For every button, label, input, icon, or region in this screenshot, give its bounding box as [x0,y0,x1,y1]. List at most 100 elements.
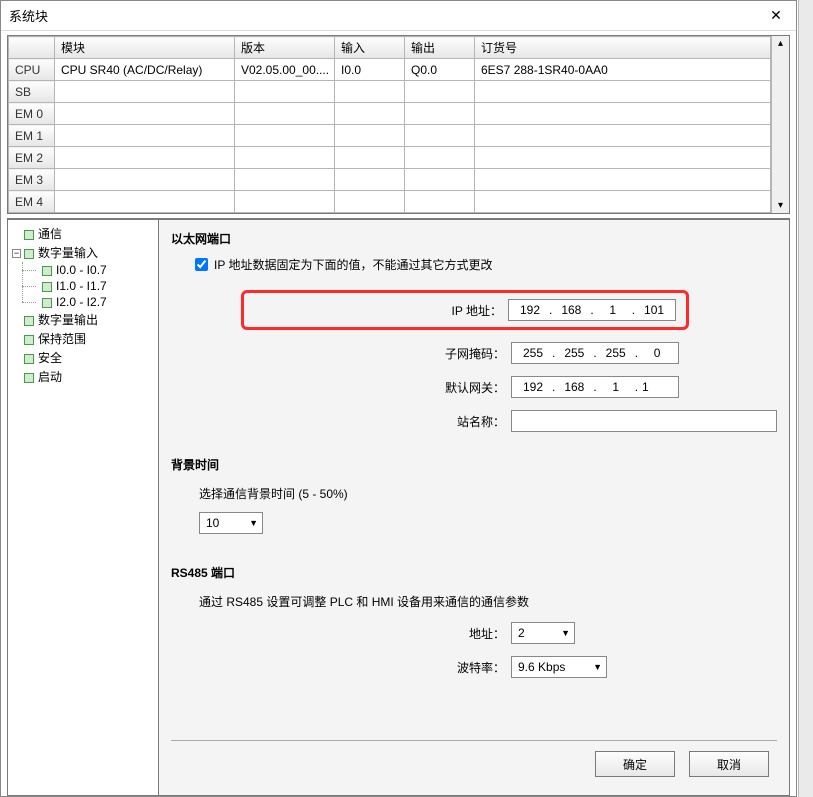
table-cell[interactable] [405,169,475,191]
table-cell[interactable] [405,81,475,103]
row-header[interactable]: CPU [9,59,55,81]
tree-item[interactable]: 启动 [10,367,156,386]
table-row[interactable]: EM 2 [9,147,789,169]
table-row[interactable]: EM 0 [9,103,789,125]
tree-item[interactable]: 数字量输出 [10,310,156,329]
scroll-down-icon[interactable]: ▾ [778,198,783,213]
gw-oct-2[interactable] [557,379,591,395]
table-cell[interactable]: V02.05.00_00.... [235,59,335,81]
table-cell[interactable] [335,191,405,213]
rs485-baud-select[interactable]: 9.6 Kbps ▼ [511,656,607,678]
mask-oct-1[interactable] [516,345,550,361]
table-row[interactable]: SB [9,81,789,103]
right-strip [798,0,813,797]
table-cell[interactable] [235,191,335,213]
table-cell[interactable] [55,191,235,213]
table-cell[interactable] [335,81,405,103]
table-cell[interactable] [475,81,771,103]
table-cell[interactable] [475,191,771,213]
close-icon[interactable]: ✕ [756,1,796,31]
mask-oct-4[interactable] [640,345,674,361]
chevron-down-icon: ▼ [249,518,258,528]
row-header[interactable]: EM 4 [9,191,55,213]
table-cell[interactable] [235,125,335,147]
table-cell[interactable] [335,125,405,147]
col-version[interactable]: 版本 [235,37,335,59]
table-cell[interactable] [335,147,405,169]
table-cell[interactable]: 6ES7 288-1SR40-0AA0 [475,59,771,81]
ip-oct-4[interactable] [637,302,671,318]
table-cell[interactable] [475,147,771,169]
table-cell[interactable] [335,169,405,191]
table-cell[interactable] [55,125,235,147]
ip-oct-3[interactable] [596,302,630,318]
scroll-up-icon[interactable]: ▴ [778,36,783,51]
gw-oct-4[interactable] [640,379,674,395]
table-row[interactable]: CPUCPU SR40 (AC/DC/Relay)V02.05.00_00...… [9,59,789,81]
gw-input[interactable]: . . . [511,376,679,398]
col-order[interactable]: 订货号 [475,37,771,59]
col-input[interactable]: 输入 [335,37,405,59]
nav-tree: 通信−数字量输入I0.0 - I0.7I1.0 - I1.7I2.0 - I2.… [7,219,159,796]
mask-input[interactable]: . . . [511,342,679,364]
row-header[interactable]: SB [9,81,55,103]
ip-input[interactable]: . . . [508,299,676,321]
table-cell[interactable] [55,147,235,169]
table-cell[interactable]: Q0.0 [405,59,475,81]
table-cell[interactable] [55,81,235,103]
table-cell[interactable] [235,103,335,125]
table-cell[interactable] [235,169,335,191]
row-header[interactable]: EM 2 [9,147,55,169]
tree-item[interactable]: 保持范围 [10,329,156,348]
table-cell[interactable] [475,103,771,125]
table-cell[interactable] [235,147,335,169]
module-grid: 模块 版本 输入 输出 订货号 CPUCPU SR40 (AC/DC/Relay… [7,35,790,214]
table-cell[interactable] [475,169,771,191]
row-header[interactable]: EM 0 [9,103,55,125]
rs485-addr-select[interactable]: 2 ▼ [511,622,575,644]
table-cell[interactable] [405,191,475,213]
col-output[interactable]: 输出 [405,37,475,59]
gw-oct-3[interactable] [599,379,633,395]
background-title: 背景时间 [171,456,777,473]
collapse-icon[interactable]: − [12,249,21,258]
station-input[interactable] [511,410,777,432]
tree-icon [42,282,52,292]
table-cell[interactable]: I0.0 [335,59,405,81]
table-cell[interactable] [475,125,771,147]
tree-item[interactable]: 通信 [10,224,156,243]
table-row[interactable]: EM 3 [9,169,789,191]
mask-oct-3[interactable] [599,345,633,361]
ok-button[interactable]: 确定 [595,751,675,777]
table-cell[interactable] [335,103,405,125]
tree-item[interactable]: I1.0 - I1.7 [36,278,156,294]
tree-item[interactable]: I0.0 - I0.7 [36,262,156,278]
mask-oct-2[interactable] [557,345,591,361]
tree-item[interactable]: 安全 [10,348,156,367]
table-cell[interactable] [405,125,475,147]
tree-item[interactable]: I2.0 - I2.7 [36,294,156,310]
table-cell[interactable] [55,169,235,191]
table-cell[interactable] [55,103,235,125]
ip-fixed-checkbox[interactable] [195,258,208,271]
grid-scrollbar[interactable]: ▴ ▾ [771,36,789,213]
col-module[interactable]: 模块 [55,37,235,59]
row-header[interactable]: EM 1 [9,125,55,147]
table-row[interactable]: EM 1 [9,125,789,147]
table-cell[interactable]: CPU SR40 (AC/DC/Relay) [55,59,235,81]
table-cell[interactable] [405,103,475,125]
tree-icon [24,354,34,364]
ip-oct-2[interactable] [554,302,588,318]
table-row[interactable]: EM 4 [9,191,789,213]
tree-item[interactable]: −数字量输入 [10,243,156,262]
table-cell[interactable] [235,81,335,103]
row-header[interactable]: EM 3 [9,169,55,191]
col-blank[interactable] [9,37,55,59]
background-select[interactable]: 10 ▼ [199,512,263,534]
cancel-button[interactable]: 取消 [689,751,769,777]
table-cell[interactable] [405,147,475,169]
tree-icon [42,266,52,276]
gw-oct-1[interactable] [516,379,550,395]
background-desc: 选择通信背景时间 (5 - 50%) [199,485,777,502]
ip-oct-1[interactable] [513,302,547,318]
